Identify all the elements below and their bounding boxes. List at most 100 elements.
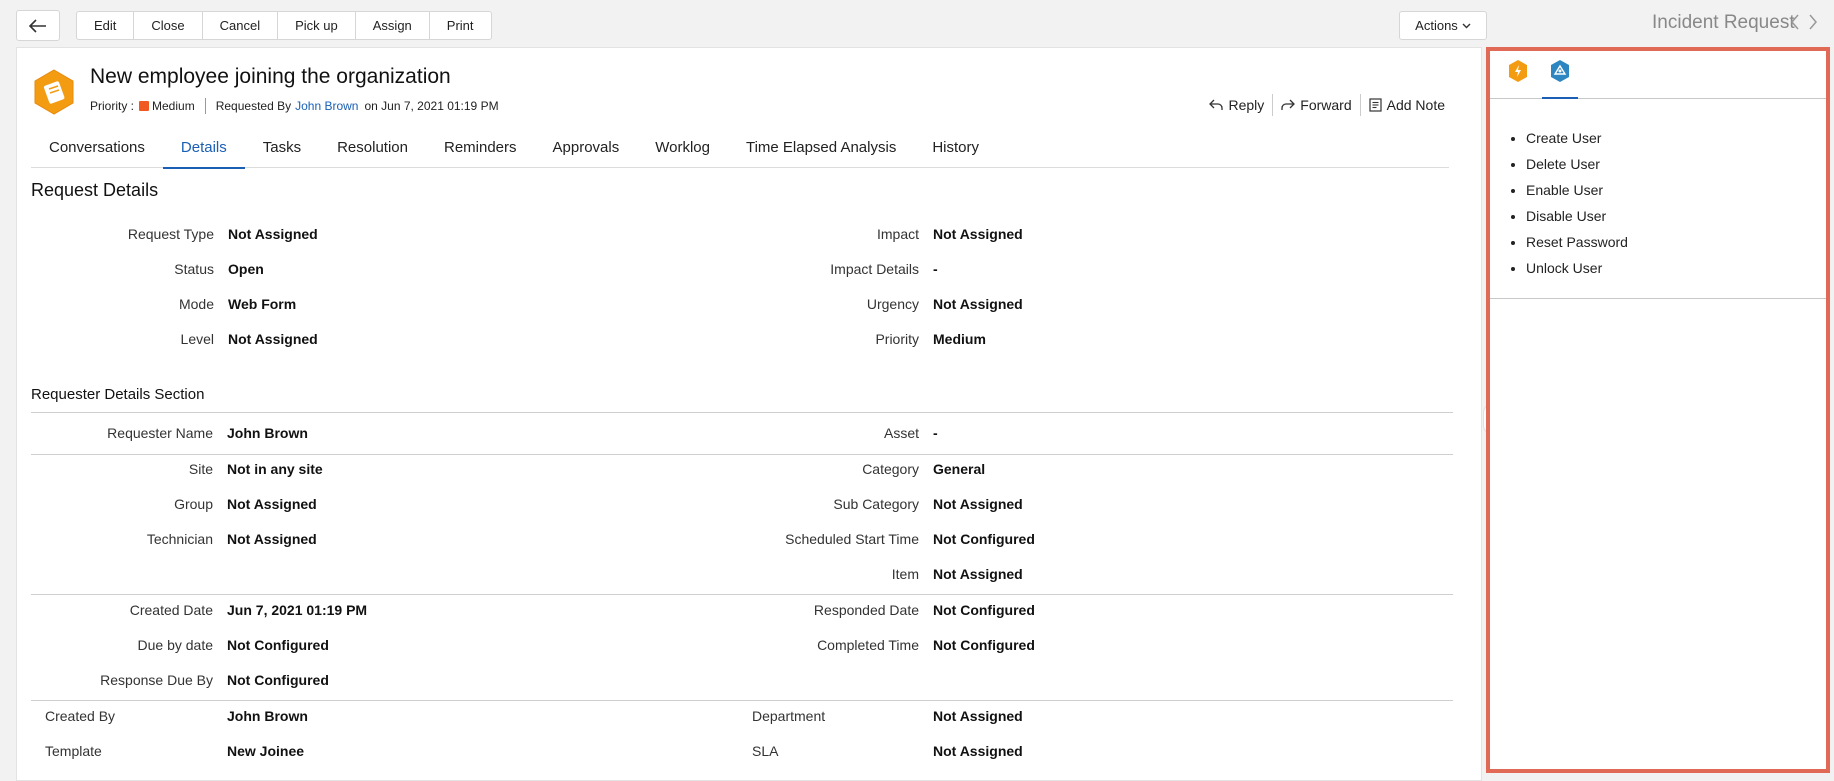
field-value: Not Assigned bbox=[228, 331, 318, 347]
tab-reminders[interactable]: Reminders bbox=[426, 128, 535, 168]
reply-label: Reply bbox=[1228, 97, 1265, 113]
field-value: Web Form bbox=[228, 296, 297, 312]
field-label: Level bbox=[180, 331, 214, 347]
section-divider bbox=[31, 454, 1453, 455]
add-note-button[interactable]: Add Note bbox=[1361, 97, 1453, 113]
field-value: New Joinee bbox=[227, 743, 305, 759]
tab-conversations[interactable]: Conversations bbox=[31, 128, 163, 168]
field-value: Not Configured bbox=[227, 672, 329, 688]
chevron-down-icon bbox=[1462, 23, 1471, 28]
tab-resolution[interactable]: Resolution bbox=[319, 128, 426, 168]
tab-tasks[interactable]: Tasks bbox=[245, 128, 319, 168]
arrow-left-icon bbox=[29, 18, 46, 33]
field-value: Not Configured bbox=[933, 637, 1035, 653]
tab-details[interactable]: Details bbox=[162, 128, 245, 169]
field-label: SLA bbox=[752, 743, 779, 759]
priority-color-swatch bbox=[139, 101, 150, 111]
actions-dropdown[interactable]: Actions bbox=[1399, 11, 1487, 40]
reply-button[interactable]: Reply bbox=[1201, 97, 1272, 113]
field-value: General bbox=[933, 461, 986, 477]
actions-label: Actions bbox=[1415, 18, 1458, 33]
forward-icon bbox=[1281, 99, 1296, 110]
field-label: Impact Details bbox=[830, 261, 919, 277]
field-value: Not Configured bbox=[227, 637, 329, 653]
enable-user-action[interactable]: Enable User bbox=[1526, 177, 1628, 203]
incident-ticket-icon bbox=[34, 69, 74, 115]
section-divider bbox=[31, 594, 1453, 595]
tab-history[interactable]: History bbox=[914, 128, 997, 168]
field-label: Technician bbox=[146, 531, 213, 547]
back-button[interactable] bbox=[16, 10, 60, 41]
side-tab-incident[interactable] bbox=[1500, 59, 1536, 97]
orange-hexagon-icon bbox=[1509, 60, 1527, 82]
cancel-button[interactable]: Cancel bbox=[203, 12, 279, 39]
priority-label: Priority : bbox=[90, 99, 135, 113]
field-label: Created Date bbox=[129, 602, 213, 618]
field-value: John Brown bbox=[227, 708, 308, 724]
module-title: Incident Request bbox=[1652, 12, 1795, 33]
field-label: Request Type bbox=[127, 226, 214, 242]
side-panel: Create User Delete User Enable User Disa… bbox=[1486, 47, 1830, 773]
edit-button[interactable]: Edit bbox=[77, 12, 135, 39]
field-value: Not Assigned bbox=[933, 743, 1023, 759]
chevron-left-icon[interactable] bbox=[1790, 13, 1800, 31]
forward-button[interactable]: Forward bbox=[1273, 97, 1359, 113]
reset-password-action[interactable]: Reset Password bbox=[1526, 229, 1628, 255]
field-value: John Brown bbox=[227, 425, 308, 441]
user-actions-list: Create User Delete User Enable User Disa… bbox=[1522, 125, 1628, 281]
field-value: Not Assigned bbox=[933, 226, 1023, 242]
close-button[interactable]: Close bbox=[134, 12, 203, 39]
assign-button[interactable]: Assign bbox=[356, 12, 430, 39]
requester-details-title: Requester Details Section bbox=[31, 386, 205, 403]
field-label: Site bbox=[188, 461, 213, 477]
requested-on: on Jun 7, 2021 01:19 PM bbox=[364, 99, 499, 113]
meta-separator bbox=[204, 98, 206, 114]
field-label: Created By bbox=[45, 708, 116, 724]
field-label: Category bbox=[862, 461, 919, 477]
field-label: Due by date bbox=[137, 637, 214, 653]
field-label: Impact bbox=[876, 226, 919, 242]
print-button[interactable]: Print bbox=[430, 12, 491, 39]
field-label: Status bbox=[174, 261, 214, 277]
field-value: Not in any site bbox=[227, 461, 323, 477]
field-label: Completed Time bbox=[817, 637, 919, 653]
field-value: Not Assigned bbox=[227, 531, 317, 547]
field-label: Response Due By bbox=[100, 672, 213, 688]
request-title: New employee joining the organization bbox=[90, 65, 451, 88]
blue-hexagon-icon bbox=[1551, 60, 1569, 82]
section-divider bbox=[31, 412, 1453, 413]
pick-up-button[interactable]: Pick up bbox=[278, 12, 356, 39]
field-value: Open bbox=[228, 261, 264, 277]
chevron-right-icon[interactable] bbox=[1808, 13, 1818, 31]
field-value: Not Assigned bbox=[227, 496, 317, 512]
delete-user-action[interactable]: Delete User bbox=[1526, 151, 1628, 177]
request-detail-card: New employee joining the organization Pr… bbox=[16, 47, 1501, 781]
field-label: Template bbox=[45, 743, 102, 759]
tab-time-elapsed-analysis[interactable]: Time Elapsed Analysis bbox=[728, 128, 914, 168]
field-value: Not Assigned bbox=[228, 226, 318, 242]
tab-worklog[interactable]: Worklog bbox=[637, 128, 728, 168]
tab-approvals[interactable]: Approvals bbox=[535, 128, 638, 168]
create-user-action[interactable]: Create User bbox=[1526, 125, 1628, 151]
priority-value: Medium bbox=[152, 99, 195, 113]
field-label: Asset bbox=[883, 425, 919, 441]
field-value: Jun 7, 2021 01:19 PM bbox=[227, 602, 368, 618]
disable-user-action[interactable]: Disable User bbox=[1526, 203, 1628, 229]
field-value: Not Assigned bbox=[933, 566, 1023, 582]
field-label: Urgency bbox=[866, 296, 919, 312]
forward-label: Forward bbox=[1300, 97, 1352, 113]
add-note-label: Add Note bbox=[1386, 97, 1445, 113]
field-value: Not Configured bbox=[933, 531, 1035, 547]
field-value: - bbox=[933, 425, 938, 441]
unlock-user-action[interactable]: Unlock User bbox=[1526, 255, 1628, 281]
field-label: Responded Date bbox=[813, 602, 919, 618]
field-label: Group bbox=[174, 496, 213, 512]
field-value: Not Assigned bbox=[933, 296, 1023, 312]
requester-link[interactable]: John Brown bbox=[295, 99, 358, 113]
field-value: - bbox=[933, 261, 938, 277]
field-label: Requester Name bbox=[107, 425, 213, 441]
section-divider bbox=[31, 700, 1453, 701]
field-label: Scheduled Start Time bbox=[785, 531, 919, 547]
side-tab-user-actions[interactable] bbox=[1542, 59, 1578, 99]
record-navigation bbox=[1790, 13, 1818, 31]
